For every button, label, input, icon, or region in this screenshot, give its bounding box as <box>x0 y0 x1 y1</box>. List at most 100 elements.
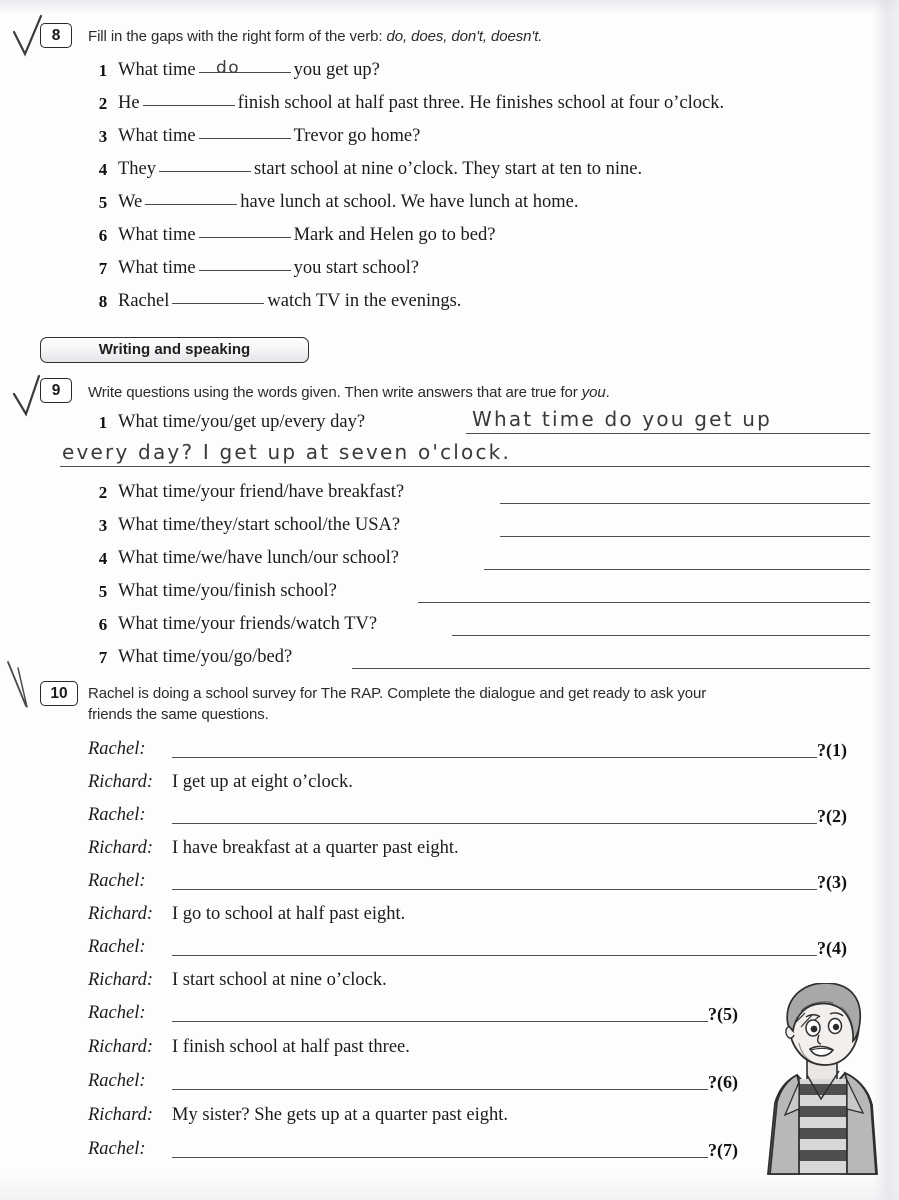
exercise-10-instruction-line-1: Rachel is doing a school survey for The … <box>88 685 707 702</box>
exercise-8-item-4: They start school at nine o’clock. They s… <box>118 158 642 180</box>
dialogue-text: I get up at eight o’clock. <box>172 772 353 792</box>
dialogue-answer-rule[interactable] <box>172 757 817 758</box>
answer-rule[interactable] <box>60 466 870 467</box>
answer-rule[interactable] <box>466 433 870 434</box>
dialogue-text: My sister? She gets up at a quarter past… <box>172 1105 508 1125</box>
item-text-before: What time <box>118 225 196 245</box>
answer-blank[interactable] <box>198 72 291 73</box>
dialogue-answer-rule[interactable] <box>172 889 817 890</box>
item-text-before: What time <box>118 258 196 278</box>
answer-blank[interactable] <box>145 204 238 205</box>
item-text-after: watch TV in the evenings. <box>267 291 462 311</box>
item-number: 1 <box>98 413 108 432</box>
item-text-after: you get up? <box>293 60 380 80</box>
answer-blank[interactable] <box>172 303 265 304</box>
answer-blank[interactable] <box>142 105 235 106</box>
exercise-8-instruction: Fill in the gaps with the right form of … <box>88 26 728 47</box>
exercise-8-item-1: What time you get up? <box>118 59 380 81</box>
dialogue-text: I have breakfast at a quarter past eight… <box>172 838 459 858</box>
exercise-8-item-5: We have lunch at school. We have lunch at… <box>118 191 578 213</box>
dialogue-speaker: Rachel: <box>88 871 146 891</box>
worksheet-page: 8 Fill in the gaps with the right form o… <box>0 0 899 1200</box>
item-number: 6 <box>98 226 108 245</box>
answer-blank[interactable] <box>159 171 252 172</box>
exercise-9-prompt-4: What time/we/have lunch/our school? <box>118 548 400 568</box>
item-number: 3 <box>98 127 108 146</box>
exercise-8-item-2: He finish school at half past three. He f… <box>118 92 724 114</box>
exercise-9-prompt-5: What time/you/finish school? <box>118 581 337 601</box>
exercise-number-10: 10 <box>40 681 78 706</box>
item-text-before: They <box>118 159 157 179</box>
exercise-10-instruction-line-2: friends the same questions. <box>88 706 269 723</box>
answer-rule[interactable] <box>352 668 870 669</box>
item-text-before: What time <box>118 126 196 146</box>
exercise-8-instruction-verbs: do, does, don't, doesn't. <box>386 28 543 45</box>
item-text-before: Rachel <box>118 291 170 311</box>
dialogue-marker: ?(3) <box>817 872 847 892</box>
item-number: 1 <box>98 61 108 80</box>
item-text-after: Mark and Helen go to bed? <box>293 225 496 245</box>
answer-rule[interactable] <box>484 569 870 570</box>
exercise-9-prompt-2: What time/your friend/have breakfast? <box>118 482 405 502</box>
answer-rule[interactable] <box>452 635 870 636</box>
dialogue-marker: ?(7) <box>708 1140 738 1160</box>
item-text-after: have lunch at school. We have lunch at h… <box>240 192 579 212</box>
item-number: 5 <box>98 582 108 601</box>
dialogue-speaker: Rachel: <box>88 805 146 825</box>
item-text-before: What time <box>118 60 196 80</box>
item-number: 2 <box>98 483 108 502</box>
item-number: 4 <box>98 160 108 179</box>
item-number: 2 <box>98 94 108 113</box>
dialogue-text: I go to school at half past eight. <box>172 904 406 924</box>
exercise-9-prompt-6: What time/your friends/watch TV? <box>118 614 378 634</box>
dialogue-speaker: Richard: <box>88 772 154 792</box>
dialogue-speaker: Richard: <box>88 838 154 858</box>
dialogue-text: I start school at nine o’clock. <box>172 970 387 990</box>
dialogue-answer-rule[interactable] <box>172 1089 708 1090</box>
dialogue-speaker: Rachel: <box>88 739 146 759</box>
dialogue-marker: ?(6) <box>708 1072 738 1092</box>
item-number: 4 <box>98 549 108 568</box>
item-text-after: finish school at half past three. He fin… <box>237 93 725 113</box>
exercise-8-instruction-text: Fill in the gaps with the right form of … <box>88 28 387 45</box>
dialogue-speaker: Richard: <box>88 1037 154 1057</box>
handwritten-answer-line-2: every day? I get up at seven o'clock. <box>62 440 512 464</box>
answer-blank[interactable] <box>198 237 291 238</box>
item-text-after: start school at nine o’clock. They start… <box>254 159 643 179</box>
exercise-number-9: 9 <box>40 378 72 403</box>
exercise-number-8: 8 <box>40 23 72 48</box>
exercise-9-prompt-3: What time/they/start school/the USA? <box>118 515 401 535</box>
item-number: 6 <box>98 615 108 634</box>
dialogue-text: I finish school at half past three. <box>172 1037 410 1057</box>
answer-rule[interactable] <box>500 503 870 504</box>
answer-blank[interactable] <box>198 138 291 139</box>
answer-rule[interactable] <box>500 536 870 537</box>
item-number: 3 <box>98 516 108 535</box>
dialogue-speaker: Rachel: <box>88 1003 146 1023</box>
item-number: 5 <box>98 193 108 212</box>
exercise-8-item-8: Rachel watch TV in the evenings. <box>118 290 461 312</box>
exercise-9-prompt-7: What time/you/go/bed? <box>118 647 293 667</box>
exercise-9-instruction-text: Write questions using the words given. T… <box>88 384 582 401</box>
dialogue-answer-rule[interactable] <box>172 1157 708 1158</box>
section-banner-label: Writing and speaking <box>98 341 251 358</box>
dialogue-answer-rule[interactable] <box>172 1021 708 1022</box>
page-edge-top-shadow <box>0 0 899 14</box>
dialogue-marker: ?(4) <box>817 938 847 958</box>
item-text-after: you start school? <box>293 258 419 278</box>
handwritten-answer-item-1: do <box>216 58 240 78</box>
exercise-9-instruction-emphasis: you <box>581 384 606 401</box>
item-number: 7 <box>98 259 108 278</box>
handwritten-answer-line-1: What time do you get up <box>472 407 773 431</box>
dialogue-answer-rule[interactable] <box>172 823 817 824</box>
exercise-8-item-6: What time Mark and Helen go to bed? <box>118 224 495 246</box>
exercise-9-instruction: Write questions using the words given. T… <box>88 382 808 403</box>
dialogue-speaker: Rachel: <box>88 1139 146 1159</box>
boy-character-illustration <box>767 983 878 1175</box>
answer-rule[interactable] <box>418 602 870 603</box>
item-text-before: He <box>118 93 140 113</box>
dialogue-answer-rule[interactable] <box>172 955 817 956</box>
answer-blank[interactable] <box>198 270 291 271</box>
exercise-8-item-7: What time you start school? <box>118 257 419 279</box>
item-text-after: Trevor go home? <box>293 126 421 146</box>
